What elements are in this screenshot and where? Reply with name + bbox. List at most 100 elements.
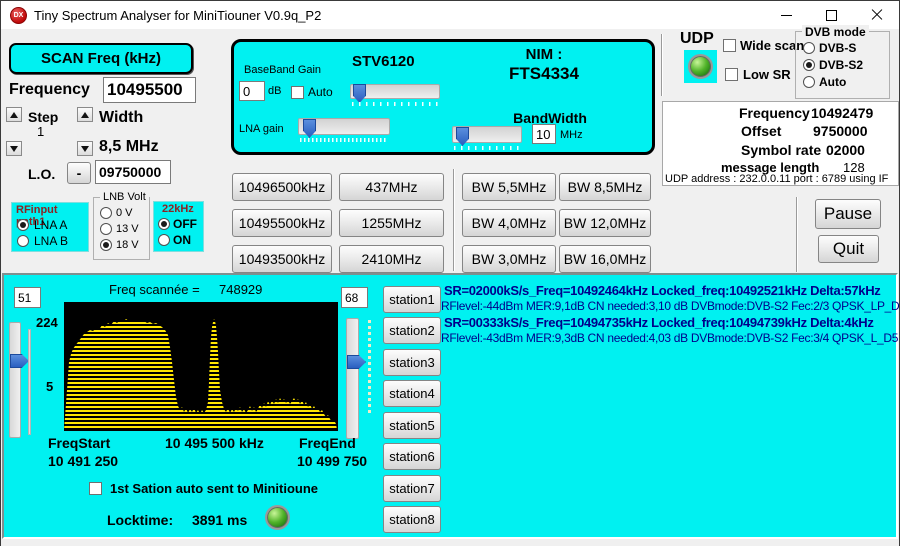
preset-band-button-1255[interactable]: 1255MHz (339, 209, 444, 237)
bandwidth-slider[interactable] (452, 126, 522, 143)
dvb-mode-group: DVB mode DVB-S DVB-S2 Auto (795, 31, 890, 99)
maximize-icon (826, 10, 837, 21)
station-button-4[interactable]: station4 (383, 380, 441, 407)
nim-value: FTS4334 (474, 64, 614, 84)
arrow-down-icon (10, 146, 18, 152)
station-button-8[interactable]: station8 (383, 506, 441, 533)
scanned-freq-value: 748929 (219, 282, 262, 297)
preset-band-button-437[interactable]: 437MHz (339, 173, 444, 201)
frequency-input[interactable] (103, 77, 196, 103)
bw-button-3-0[interactable]: BW 3,0MHz (462, 245, 556, 273)
preset-freq-button-1[interactable]: 10496500kHz (232, 173, 332, 201)
baseband-auto-checkbox[interactable]: Auto (291, 85, 333, 99)
preset-freq-button-2[interactable]: 10495500kHz (232, 209, 332, 237)
lo-minus-button[interactable]: - (67, 162, 91, 184)
preset-band-button-2410[interactable]: 2410MHz (339, 245, 444, 273)
right-level-input[interactable] (341, 287, 368, 308)
lna-gain-slider[interactable] (298, 118, 390, 135)
y-axis-min-label: 5 (46, 379, 53, 394)
info-frequency-label: Frequency (739, 105, 810, 121)
lo-input[interactable] (95, 160, 171, 184)
quit-button[interactable]: Quit (818, 235, 879, 263)
baseband-gain-input[interactable] (239, 81, 265, 101)
radio-icon (803, 76, 815, 88)
slider-thumb[interactable] (303, 119, 316, 138)
separator (796, 197, 798, 272)
checkbox-label: 1st Sation auto sent to Minitioune (110, 481, 318, 496)
slider-ticks (368, 320, 371, 415)
step-down-button[interactable] (6, 141, 22, 156)
checkbox-icon (725, 68, 738, 81)
lnb-volt-group: LNB Volt 0 V 13 V 18 V (93, 197, 150, 260)
station-button-2[interactable]: station2 (383, 317, 441, 344)
station-button-1[interactable]: station1 (383, 286, 441, 313)
arrow-up-icon (81, 112, 89, 118)
radio-13v[interactable]: 13 V (100, 223, 139, 235)
bw-button-12-0[interactable]: BW 12,0MHz (559, 209, 651, 237)
auto-send-checkbox[interactable]: 1st Sation auto sent to Minitioune (89, 481, 318, 496)
tone-22khz-group: 22kHz OFF ON (153, 201, 204, 252)
title-bar: DX Tiny Spectrum Analyser for MiniTioune… (1, 1, 899, 30)
y-axis-max-label: 224 (36, 315, 58, 330)
radio-lna-b[interactable]: LNA B (17, 234, 68, 248)
radio-dvb-s2[interactable]: DVB-S2 (803, 58, 863, 72)
bandwidth-input[interactable] (532, 124, 556, 144)
checkbox-label: Low SR (743, 67, 791, 82)
app-window: DX Tiny Spectrum Analyser for MiniTioune… (0, 0, 900, 546)
wide-scan-checkbox[interactable]: Wide scan (723, 38, 804, 53)
radio-icon (17, 235, 29, 247)
pause-button[interactable]: Pause (815, 199, 881, 229)
baseband-gain-slider[interactable] (350, 84, 440, 99)
station-button-7[interactable]: station7 (383, 475, 441, 502)
tuner-panel: BaseBand Gain STV6120 NIM : FTS4334 dB A… (231, 39, 655, 155)
bw-button-8-5[interactable]: BW 8,5MHz (559, 173, 651, 201)
radio-label: LNA B (34, 234, 68, 248)
station-button-3[interactable]: station3 (383, 349, 441, 376)
locktime-label: Locktime: (107, 512, 173, 528)
freq-start-label: FreqStart (48, 435, 110, 451)
low-sr-checkbox[interactable]: Low SR (725, 67, 791, 82)
left-level-input[interactable] (14, 287, 41, 308)
slider-thumb[interactable] (456, 127, 469, 146)
radio-dvb-auto[interactable]: Auto (803, 75, 846, 89)
radio-18v[interactable]: 18 V (100, 239, 139, 251)
window-title: Tiny Spectrum Analyser for MiniTiouner V… (34, 8, 321, 23)
radio-label: OFF (173, 217, 197, 231)
radio-22khz-off[interactable]: OFF (158, 217, 197, 231)
station-button-6[interactable]: station6 (383, 443, 441, 470)
width-down-button[interactable] (77, 141, 93, 156)
separator (661, 34, 663, 96)
checkbox-icon (291, 86, 304, 99)
scan-freq-button[interactable]: SCAN Freq (kHz) (9, 43, 193, 74)
radio-0v[interactable]: 0 V (100, 207, 133, 219)
locktime-value: 3891 ms (192, 512, 247, 528)
width-label: Width (99, 109, 143, 127)
slider-thumb[interactable] (347, 355, 366, 369)
radio-22khz-on[interactable]: ON (158, 233, 191, 247)
slider-thumb[interactable] (10, 354, 29, 368)
checkbox-icon (89, 482, 102, 495)
rf-input-group: RFinput path1 LNA A LNA B (11, 202, 89, 252)
radio-icon (803, 59, 815, 71)
bw-button-4-0[interactable]: BW 4,0MHz (462, 209, 556, 237)
checkbox-label: Auto (308, 85, 333, 99)
slider-thumb[interactable] (353, 84, 366, 103)
spectrum-display (64, 302, 338, 431)
radio-dvb-s[interactable]: DVB-S (803, 41, 856, 55)
lnb-volt-title: LNB Volt (100, 191, 149, 203)
right-gain-slider[interactable] (346, 318, 359, 439)
step-up-button[interactable] (6, 107, 22, 122)
preset-freq-button-3[interactable]: 10493500kHz (232, 245, 332, 273)
receiver-info-panel: Frequency 10492479 Offset 9750000 Symbol… (662, 101, 899, 186)
left-gain-slider[interactable] (9, 322, 21, 438)
radio-lna-a[interactable]: LNA A (17, 218, 67, 232)
radio-label: LNA A (34, 218, 67, 232)
width-up-button[interactable] (77, 107, 93, 122)
freq-start-value: 10 491 250 (48, 453, 118, 469)
radio-label: DVB-S (819, 41, 856, 55)
udp-label: UDP (680, 30, 714, 48)
radio-label: DVB-S2 (819, 58, 863, 72)
bw-button-5-5[interactable]: BW 5,5MHz (462, 173, 556, 201)
bw-button-16-0[interactable]: BW 16,0MHz (559, 245, 651, 273)
station-button-5[interactable]: station5 (383, 412, 441, 439)
